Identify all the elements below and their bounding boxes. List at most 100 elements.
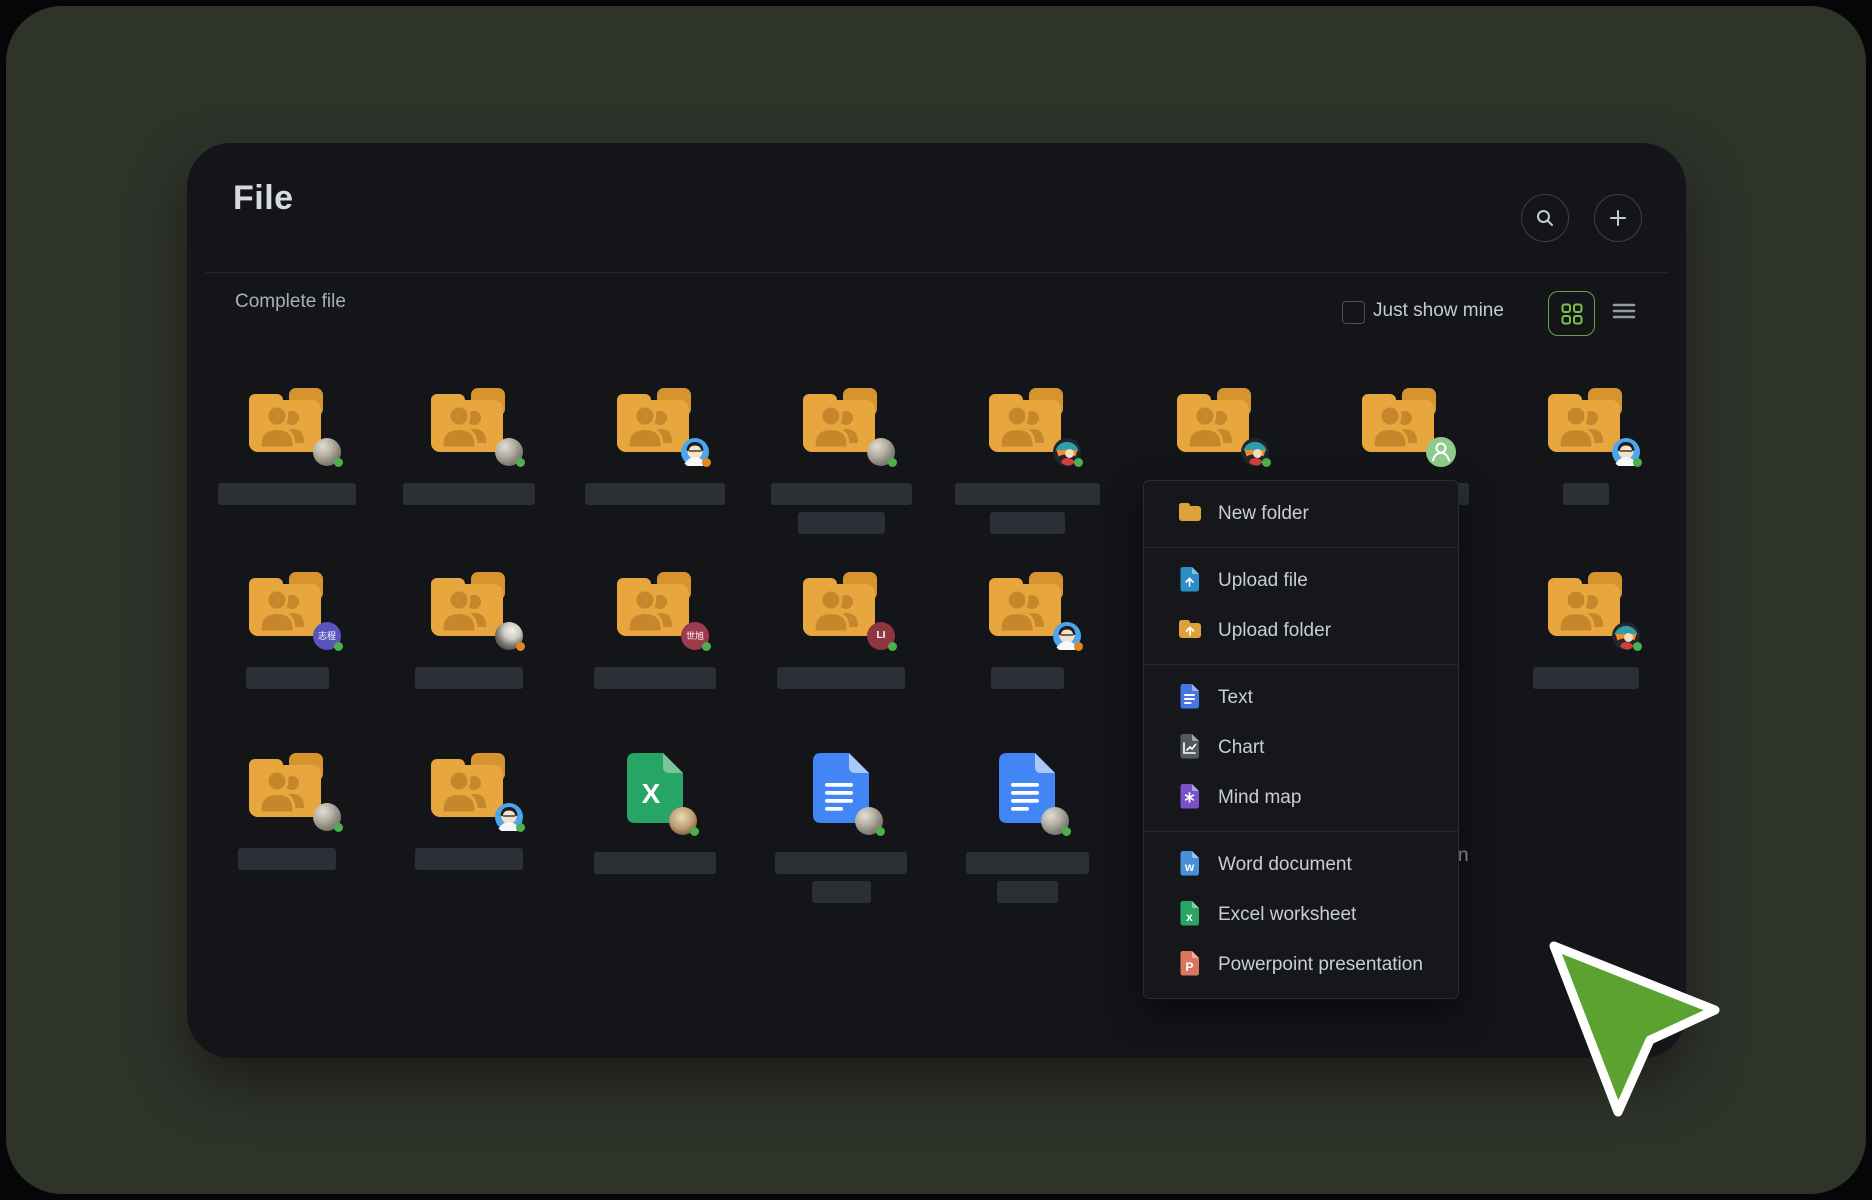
file-name-skeleton bbox=[580, 852, 730, 874]
initials-avatar: LI bbox=[867, 622, 895, 650]
file-item[interactable] bbox=[952, 572, 1102, 689]
file-item[interactable]: 志程 bbox=[212, 572, 362, 689]
menu-item-label: Powerpoint presentation bbox=[1218, 954, 1423, 976]
status-dot bbox=[334, 458, 343, 467]
file-item[interactable]: X bbox=[580, 753, 730, 874]
chart-icon bbox=[1177, 733, 1203, 759]
menu-item-new-folder[interactable]: New folder bbox=[1144, 489, 1458, 539]
file-name-bar bbox=[218, 483, 356, 505]
menu-item-mind-map[interactable]: Mind map bbox=[1144, 773, 1458, 823]
new-item-context-menu: New folder Upload file Upload folder Tex… bbox=[1143, 480, 1459, 999]
menu-item-label: Text bbox=[1218, 687, 1253, 709]
svg-text:w: w bbox=[1184, 860, 1195, 874]
file-item[interactable] bbox=[580, 388, 730, 505]
menu-item-upload-folder[interactable]: Upload folder bbox=[1144, 606, 1458, 656]
file-item[interactable] bbox=[212, 753, 362, 870]
file-item[interactable] bbox=[212, 388, 362, 505]
file-item[interactable] bbox=[1511, 572, 1661, 689]
file-name-skeleton bbox=[580, 483, 730, 505]
photo-avatar bbox=[313, 438, 341, 466]
girl-avatar bbox=[1241, 438, 1269, 466]
file-name-skeleton bbox=[1511, 667, 1661, 689]
file-name-bar bbox=[775, 852, 907, 874]
initials-avatar: 志程 bbox=[313, 622, 341, 650]
menu-item-text[interactable]: Text bbox=[1144, 673, 1458, 723]
menu-item-label: Chart bbox=[1218, 737, 1264, 759]
file-name-skeleton bbox=[580, 667, 730, 689]
menu-item-upload-file[interactable]: Upload file bbox=[1144, 556, 1458, 606]
file-item[interactable] bbox=[394, 753, 544, 870]
menu-section: Text Chart Mind map bbox=[1144, 664, 1458, 831]
chart-icon-wrap bbox=[1177, 733, 1203, 764]
file-name-bar bbox=[594, 667, 716, 689]
shared-folder-icon-wrap bbox=[987, 572, 1067, 638]
file-item[interactable]: LI bbox=[766, 572, 916, 689]
file-name-skeleton bbox=[766, 483, 916, 534]
menu-item-label: Excel worksheet bbox=[1218, 904, 1356, 926]
shared-folder-icon-wrap bbox=[801, 388, 881, 454]
file-name-skeleton bbox=[212, 848, 362, 870]
photo-avatar bbox=[1041, 807, 1069, 835]
file-name-bar bbox=[997, 881, 1058, 903]
file-item[interactable] bbox=[952, 753, 1102, 903]
file-name-skeleton bbox=[952, 667, 1102, 689]
boy-avatar bbox=[1053, 622, 1081, 650]
file-item[interactable] bbox=[766, 388, 916, 534]
file-name-skeleton bbox=[394, 667, 544, 689]
mind-map-icon bbox=[1177, 783, 1203, 809]
status-dot bbox=[1262, 458, 1271, 467]
excel-worksheet-icon-wrap: x bbox=[1177, 900, 1203, 931]
shared-folder-icon-wrap bbox=[1360, 388, 1440, 454]
file-name-bar bbox=[238, 848, 336, 870]
status-dot bbox=[516, 642, 525, 651]
file-name-skeleton bbox=[394, 483, 544, 505]
file-name-bar bbox=[990, 512, 1065, 534]
status-dot bbox=[888, 642, 897, 651]
file-item[interactable] bbox=[1511, 388, 1661, 505]
file-item[interactable]: 世旭 bbox=[580, 572, 730, 689]
status-dot bbox=[690, 827, 699, 836]
mind-map-icon-wrap bbox=[1177, 783, 1203, 814]
photo-avatar bbox=[495, 622, 523, 650]
word-document-icon-wrap: w bbox=[1177, 850, 1203, 881]
status-dot bbox=[888, 458, 897, 467]
file-item[interactable] bbox=[952, 388, 1102, 534]
file-name-bar bbox=[812, 881, 871, 903]
menu-item-label: Word document bbox=[1218, 854, 1352, 876]
photo-avatar bbox=[855, 807, 883, 835]
menu-item-excel-worksheet[interactable]: x Excel worksheet bbox=[1144, 890, 1458, 940]
svg-text:P: P bbox=[1185, 960, 1193, 974]
status-dot bbox=[1074, 642, 1083, 651]
upload-folder-icon bbox=[1177, 616, 1203, 642]
file-name-bar bbox=[403, 483, 535, 505]
menu-item-label: Mind map bbox=[1218, 787, 1301, 809]
menu-item-chart[interactable]: Chart bbox=[1144, 723, 1458, 773]
file-item[interactable] bbox=[766, 753, 916, 903]
menu-item-label: New folder bbox=[1218, 503, 1309, 525]
girl-avatar bbox=[1053, 438, 1081, 466]
file-name-bar bbox=[1533, 667, 1639, 689]
status-dot bbox=[334, 642, 343, 651]
status-dot bbox=[1633, 458, 1642, 467]
powerpoint-presentation-icon: P bbox=[1177, 950, 1203, 976]
file-name-skeleton bbox=[212, 483, 362, 505]
menu-section: w Word document x Excel worksheet P Powerpo… bbox=[1144, 831, 1458, 998]
file-name-bar bbox=[991, 667, 1064, 689]
file-item[interactable] bbox=[394, 572, 544, 689]
file-name-bar bbox=[777, 667, 905, 689]
file-name-bar bbox=[415, 667, 523, 689]
shared-folder-icon-wrap: 志程 bbox=[247, 572, 327, 638]
boy-avatar bbox=[1612, 438, 1640, 466]
menu-item-word-document[interactable]: w Word document bbox=[1144, 840, 1458, 890]
boy-avatar bbox=[681, 438, 709, 466]
shared-folder-icon-wrap bbox=[429, 388, 509, 454]
upload-file-icon-wrap bbox=[1177, 566, 1203, 597]
menu-item-powerpoint-presentation[interactable]: P Powerpoint presentation bbox=[1144, 940, 1458, 990]
initials-avatar: 世旭 bbox=[681, 622, 709, 650]
photo-avatar bbox=[867, 438, 895, 466]
doc-file-icon-wrap bbox=[999, 753, 1055, 823]
file-item[interactable] bbox=[394, 388, 544, 505]
photo-avatar bbox=[313, 803, 341, 831]
word-document-icon: w bbox=[1177, 850, 1203, 876]
shared-member-badge bbox=[1426, 437, 1456, 467]
